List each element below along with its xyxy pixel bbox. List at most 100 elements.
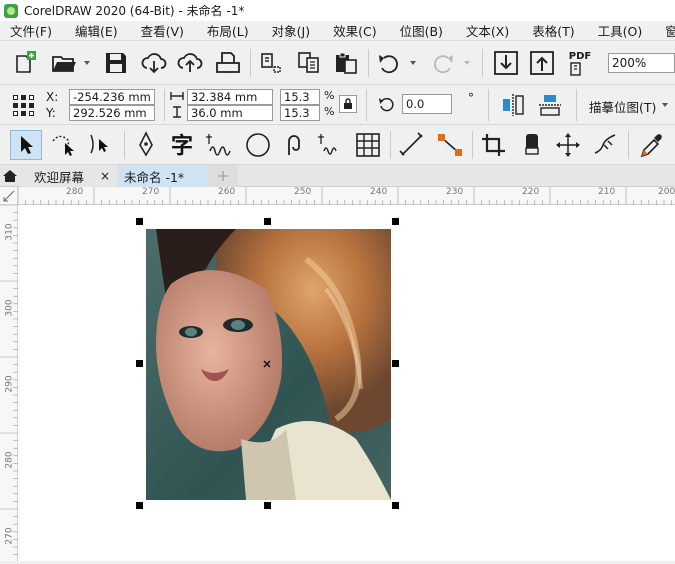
y-position-field[interactable]: 292.526 mm [69,105,155,121]
ruler-v-label: 270 [4,527,15,545]
tab-untitled-label: 未命名 -1* [124,169,185,185]
selection-handle-top-left[interactable] [136,218,143,225]
dimension-tool-icon[interactable] [396,131,428,159]
ruler-h-label: 250 [294,187,312,197]
selection-handle-bottom[interactable] [264,502,271,509]
menu-view[interactable]: 查看(V) [141,21,184,40]
ruler-v-label: 310 [4,223,15,241]
center-of-rotation-marker[interactable] [262,358,272,368]
scale-height-field[interactable]: 15.3 [280,105,320,121]
tab-welcome-screen[interactable]: 欢迎屏幕 × [22,165,116,187]
menu-object[interactable]: 对象(J) [272,21,310,40]
tab-close-icon[interactable]: × [100,169,110,183]
menu-bitmaps[interactable]: 位图(B) [400,21,443,40]
toolbox: 字 [0,125,675,165]
pick-tool-icon[interactable] [10,130,42,160]
import-icon[interactable] [492,49,520,77]
new-document-icon[interactable] [12,50,38,76]
selection-handle-bottom-right[interactable] [392,502,399,509]
tab-welcome-label: 欢迎屏幕 [34,169,85,185]
menu-window[interactable]: 窗口 [665,21,675,40]
mirror-vertical-icon[interactable] [537,92,563,118]
height-icon [170,106,184,118]
ruler-v-label: 280 [4,451,15,469]
selection-handle-top[interactable] [264,218,271,225]
ruler-h-label: 240 [370,187,388,197]
window-title: CorelDRAW 2020 (64-Bit) - 未命名 -1* [24,4,245,18]
scale-width-percent: % [324,89,335,102]
cloud-upload-icon[interactable] [176,50,204,76]
undo-dropdown-arrow[interactable] [410,61,416,65]
ruler-h-label: 220 [522,187,540,197]
ruler-h-label: 280 [66,187,84,197]
degree-symbol: ° [468,91,474,105]
mirror-horizontal-icon[interactable] [500,92,526,118]
table-tool-icon[interactable] [352,131,384,159]
add-tab-icon[interactable] [208,165,238,187]
tab-untitled-1[interactable]: 未命名 -1* [118,165,208,187]
menu-tools[interactable]: 工具(O) [598,21,643,40]
scale-width-field[interactable]: 15.3 [280,89,320,105]
menu-file[interactable]: 文件(F) [10,21,52,40]
menu-edit[interactable]: 编辑(E) [75,21,118,40]
ruler-h-label: 260 [218,187,236,197]
standard-toolbar: PDF 200% [0,41,675,85]
redo-dropdown-arrow[interactable] [464,61,470,65]
cut-icon[interactable] [258,50,284,76]
lock-ratio-icon[interactable] [339,95,357,113]
menu-layout[interactable]: 布局(L) [207,21,249,40]
publish-pdf-icon[interactable]: PDF [565,48,595,78]
crop-tool-icon[interactable] [478,131,510,159]
redo-icon[interactable] [428,50,456,76]
vertical-ruler[interactable]: 310 300 290 280 270 [0,204,18,561]
ellipse-tool-icon[interactable] [242,131,274,159]
x-position-field[interactable]: -254.236 mm [69,89,155,105]
spiral-tool-icon[interactable] [278,131,310,159]
freehand-pick-icon[interactable] [48,131,80,159]
cloud-download-icon[interactable] [140,50,168,76]
paste-icon[interactable] [333,50,359,76]
transform-tool-icon[interactable] [552,131,584,159]
selection-handle-top-right[interactable] [392,218,399,225]
object-origin-icon[interactable] [11,93,37,119]
selection-handle-left[interactable] [136,360,143,367]
drawing-canvas[interactable] [18,205,675,561]
undo-icon[interactable] [376,50,404,76]
menu-table[interactable]: 表格(T) [532,21,574,40]
trace-bitmap-dropdown-arrow[interactable] [662,103,668,107]
open-dropdown-arrow[interactable] [84,61,90,65]
y-label: Y: [46,106,56,120]
artistic-media-icon[interactable] [202,131,238,159]
export-icon[interactable] [528,49,556,77]
menu-text[interactable]: 文本(X) [466,21,509,40]
rotation-angle-field[interactable]: 0.0 [402,94,452,114]
save-icon[interactable] [103,50,129,76]
horizontal-ruler[interactable]: 280 270 260 250 240 230 220 210 200 [17,187,675,205]
smear-tool-icon[interactable] [590,131,622,159]
table-artistic-icon[interactable] [314,131,350,159]
copy-icon[interactable] [296,50,322,76]
document-tab-bar: 欢迎屏幕 × 未命名 -1* [0,165,675,187]
eyedropper-tool-icon[interactable] [636,131,668,159]
ruler-origin-corner[interactable] [0,187,18,205]
trace-bitmap-button[interactable]: 描摹位图(T) [589,97,656,116]
height-field[interactable]: 36.0 mm [187,105,273,121]
print-icon[interactable] [214,50,242,76]
ruler-h-label: 270 [142,187,160,197]
text-tool-icon[interactable]: 字 [166,131,198,159]
shape-tool-icon[interactable] [86,131,118,159]
selection-handle-bottom-left[interactable] [136,502,143,509]
ruler-v-label: 290 [4,375,15,393]
pdf-label: PDF [568,50,592,62]
menu-effects[interactable]: 效果(C) [333,21,376,40]
pen-tool-icon[interactable] [130,131,162,159]
width-icon [170,90,184,102]
open-folder-icon[interactable] [50,50,78,76]
connector-tool-icon[interactable] [434,131,466,159]
home-icon[interactable] [0,167,20,185]
eraser-tool-icon[interactable] [516,131,548,159]
zoom-level-field[interactable]: 200% [608,53,675,73]
selection-handle-right[interactable] [392,360,399,367]
width-field[interactable]: 32.384 mm [187,89,273,105]
rotation-icon [378,95,396,113]
